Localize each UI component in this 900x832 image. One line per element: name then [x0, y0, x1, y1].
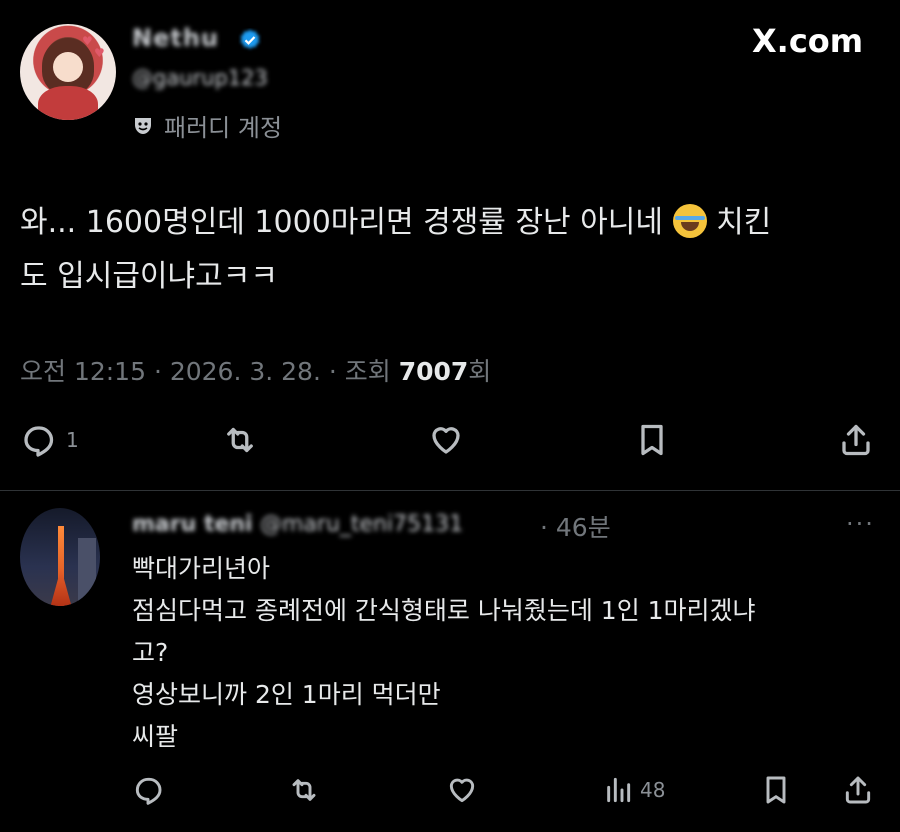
tweet-actions: 1: [0, 410, 900, 474]
author-avatar[interactable]: ♥ ♥: [20, 24, 116, 120]
bookmark-icon: [766, 776, 786, 804]
tweet-text: 와... 1600명인데 1000마리면 경쟁률 장난 아니네 치킨 도 입시급…: [20, 196, 880, 304]
parody-account-label: 패러디 계정: [132, 108, 282, 143]
theater-mask-icon: [135, 117, 151, 134]
author-handle[interactable]: @gaurup123: [132, 66, 268, 90]
like-button[interactable]: [428, 422, 464, 458]
reply-count: 1: [66, 428, 79, 452]
parody-label-text: 패러디 계정: [164, 114, 283, 142]
reply-reply-button[interactable]: [132, 774, 164, 806]
reply-icon: [135, 777, 162, 805]
tweet-meta: 오전 12:15 · 2026. 3. 28. · 조회 7007회: [20, 352, 491, 388]
reply-view-count: 48: [640, 778, 666, 802]
bookmark-icon: [641, 424, 663, 456]
reply-actions: 48: [0, 764, 900, 820]
share-button[interactable]: [838, 422, 874, 458]
reply-share-button[interactable]: [842, 774, 874, 806]
views-icon: [607, 777, 631, 803]
view-suffix: 회: [468, 357, 492, 386]
section-divider: [0, 490, 900, 491]
bookmark-button[interactable]: [634, 422, 670, 458]
like-icon: [449, 778, 475, 803]
reply-author-name[interactable]: maru teni: [132, 512, 253, 537]
reply-like-button[interactable]: [446, 774, 478, 806]
reply-retweet-button[interactable]: [288, 774, 320, 806]
share-icon: [842, 424, 870, 456]
reply-views-button[interactable]: 48: [602, 774, 665, 806]
tweet-text-line1-end: 치킨: [716, 205, 772, 240]
reply-bookmark-button[interactable]: [760, 774, 792, 806]
reply-button[interactable]: 1: [20, 422, 79, 458]
reply-time[interactable]: · 46분: [540, 508, 611, 544]
reply-line: 점심다먹고 종례전에 간식형태로 나눠줬는데 1인 1마리겠냐: [132, 596, 756, 625]
reply-line: 영상보니까 2인 1마리 먹더만: [132, 680, 441, 709]
retweet-icon: [292, 779, 316, 801]
view-count: 7007: [398, 357, 469, 386]
tweet-text-line2: 도 입시급이냐고ㅋㅋ: [20, 259, 278, 294]
retweet-icon: [227, 427, 253, 453]
author-name[interactable]: Nethu: [132, 24, 219, 52]
tweet-text-line1: 와... 1600명인데 1000마리면 경쟁률 장난 아니네: [20, 205, 663, 240]
reply-author-handle[interactable]: @maru_teni75131: [260, 512, 463, 537]
site-watermark: X.com: [752, 22, 864, 60]
reply-icon: [24, 426, 54, 457]
share-icon: [845, 776, 871, 804]
more-options-button[interactable]: ···: [846, 510, 875, 538]
tweet-timestamp[interactable]: 오전 12:15 · 2026. 3. 28. · 조회: [20, 357, 399, 386]
like-icon: [432, 427, 460, 454]
verified-badge-icon: [240, 29, 260, 49]
laughing-tears-emoji-icon: [672, 204, 707, 238]
retweet-button[interactable]: [222, 422, 258, 458]
reply-text: 빡대가리년아 점심다먹고 종례전에 간식형태로 나눠줬는데 1인 1마리겠냐 고…: [132, 548, 882, 758]
reply-author-avatar[interactable]: [20, 508, 100, 606]
reply-line: 빡대가리년아: [132, 554, 271, 583]
reply-line: 고?: [132, 638, 169, 667]
reply-line: 씨팔: [132, 722, 179, 751]
